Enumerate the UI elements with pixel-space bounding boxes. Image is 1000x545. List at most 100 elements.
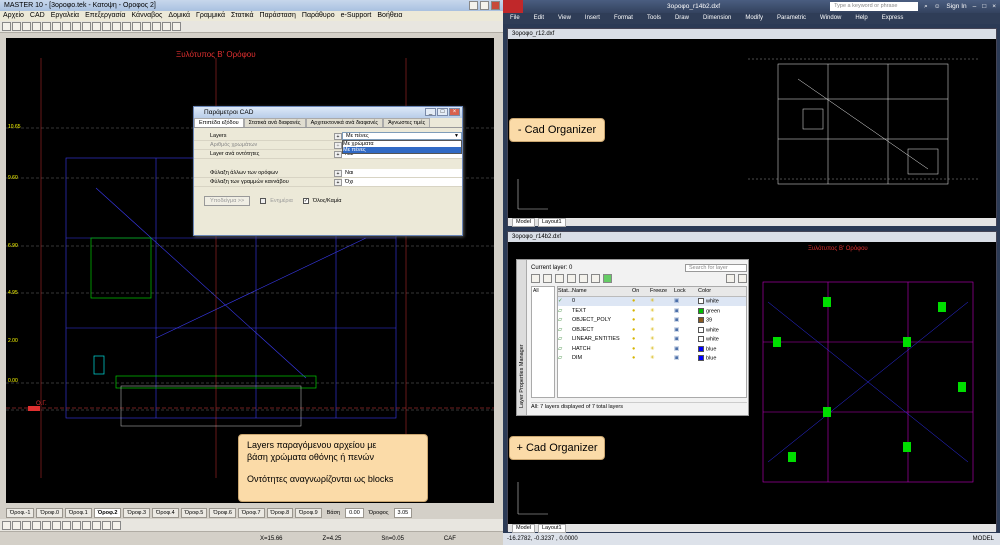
pan-icon[interactable] [102,22,111,31]
rotate-icon[interactable] [102,520,111,530]
vasi-input[interactable]: 0.00 [345,508,364,518]
update-button[interactable]: Υποδείγμα >> [204,196,251,206]
acad-menu-edit[interactable]: Edit [527,13,551,24]
ortho-icon[interactable] [12,520,21,530]
col-freeze[interactable]: Freeze [650,288,674,294]
sun-icon[interactable]: ✳ [650,355,674,361]
autocad-logo-icon[interactable] [503,0,523,13]
floor-tab[interactable]: Όροφ.5 [180,508,208,518]
status-model[interactable]: MODEL [973,533,994,545]
dimension-icon[interactable] [72,520,81,530]
tab-layout1[interactable]: Layout1 [537,217,566,227]
floor-tab[interactable]: Όροφ.-1 [6,508,35,518]
layer-status-icon[interactable]: ▱ [558,336,572,342]
param-toggle-icon[interactable]: + [334,132,342,140]
lightbulb-icon[interactable]: ● [632,298,650,304]
dialog-close-icon[interactable]: × [449,108,460,116]
save-icon[interactable] [22,22,31,31]
col-name[interactable]: Name [572,288,632,294]
floor-tab[interactable]: Όροφ.6 [209,508,236,518]
layer-color[interactable]: white [698,298,743,304]
lock-icon[interactable]: ▣ [674,355,698,361]
new-file-icon[interactable] [2,22,11,31]
new-property-filter-icon[interactable] [531,273,540,283]
acad-menu-insert[interactable]: Insert [578,13,607,24]
floor-tab[interactable]: Όροφ.1 [65,508,92,518]
redo-icon[interactable] [82,22,91,31]
new-group-filter-icon[interactable] [543,273,552,283]
floor-tab[interactable]: Όροφ.8 [266,508,294,518]
layer-color[interactable]: white [698,336,743,342]
menu-edit[interactable]: Επεξεργασία [82,11,128,21]
tab-unknown-values[interactable]: Άγνωστες τιμές [383,118,431,127]
sun-icon[interactable]: ✳ [650,298,674,304]
layer-row[interactable]: ▱ OBJECT ● ✳ ▣ white [558,325,746,335]
sun-icon[interactable]: ✳ [650,336,674,342]
all-checkbox[interactable]: ✓ [302,198,309,204]
lock-icon[interactable]: ▣ [674,308,698,314]
acad-menu-tools[interactable]: Tools [640,13,668,24]
search-icon[interactable]: ⌕ [924,0,928,13]
enable-checkbox[interactable] [260,198,267,204]
floor-tab[interactable]: Όροφ.3 [123,508,151,518]
dialog-maximize-icon[interactable]: □ [437,108,448,116]
menu-cad[interactable]: CAD [27,11,48,21]
tab-layout1[interactable]: Layout1 [537,523,566,533]
menu-esupport[interactable]: e-Support [338,11,375,21]
text-icon[interactable] [62,520,71,530]
minimize-icon[interactable]: – [973,0,977,13]
dialog-minimize-icon[interactable]: _ [425,108,436,116]
settings-icon[interactable] [738,273,747,283]
circle-icon[interactable] [42,520,51,530]
menu-structural[interactable]: Δομικά [165,11,193,21]
acad-menu-parametric[interactable]: Parametric [770,13,813,24]
delete-layer-icon[interactable] [591,273,600,283]
lock-icon[interactable]: ▣ [674,336,698,342]
menu-file[interactable]: Αρχείο [0,11,27,21]
floor-tab[interactable]: Όροφ.7 [237,508,265,518]
floor-tab[interactable]: Όροφ.9 [295,508,322,518]
acad-menu-format[interactable]: Format [607,13,640,24]
refresh-icon[interactable] [726,273,735,283]
floor-tab[interactable]: Όροφ.4 [152,508,179,518]
menu-tools[interactable]: Εργαλεία [48,11,82,21]
menu-view[interactable]: Παράσταση [257,11,299,21]
layer-color[interactable]: white [698,326,743,333]
tab-output-levels[interactable]: Επιπέδα εξόδου [194,118,244,127]
layer-row[interactable]: ▱ HATCH ● ✳ ▣ blue [558,344,746,354]
lock-icon[interactable]: ▣ [674,298,698,304]
minimize-icon[interactable] [469,1,478,10]
layer-status-icon[interactable]: ▱ [558,317,572,323]
acad-menu-help[interactable]: Help [848,13,874,24]
render-icon[interactable] [162,22,171,31]
layer-row[interactable]: ▱ OBJECT_POLY ● ✳ ▣ 39 [558,316,746,326]
tab-architectural-layers[interactable]: Αρχιτεκτονικά ανά διαφανές [305,118,384,127]
acad-menu-window[interactable]: Window [813,13,848,24]
beam-icon[interactable] [142,22,151,31]
lightbulb-icon[interactable]: ● [632,355,650,361]
col-lock[interactable]: Lock [674,288,698,294]
acad-menu-view[interactable]: View [551,13,578,24]
layer-row[interactable]: ▱ LINEAR_ENTITIES ● ✳ ▣ white [558,335,746,345]
layer-color[interactable]: blue [698,345,743,352]
layer-status-icon[interactable]: ▱ [558,308,572,314]
move-icon[interactable] [92,520,101,530]
close-icon[interactable]: × [992,0,996,13]
lightbulb-icon[interactable]: ● [632,336,650,342]
lock-icon[interactable]: ▣ [674,327,698,333]
chevron-down-icon[interactable]: ▼ [454,132,461,140]
menu-static[interactable]: Στατικά [228,11,257,21]
lightbulb-icon[interactable]: ● [632,308,650,314]
paste-icon[interactable] [62,22,71,31]
col-color[interactable]: Color [698,288,743,294]
lightbulb-icon[interactable]: ● [632,346,650,352]
autocad-search-input[interactable]: Type a keyword or phrase [830,2,919,11]
layers-icon[interactable] [122,22,131,31]
menu-help[interactable]: Βοήθεια [374,11,405,21]
layers-select[interactable]: Με πένες ▼ [342,132,462,140]
layer-name[interactable]: OBJECT_POLY [572,317,632,323]
acad-menu-modify[interactable]: Modify [738,13,770,24]
lock-icon[interactable]: ▣ [674,317,698,323]
maximize-icon[interactable] [480,1,489,10]
col-status[interactable]: Stat... [558,288,572,294]
